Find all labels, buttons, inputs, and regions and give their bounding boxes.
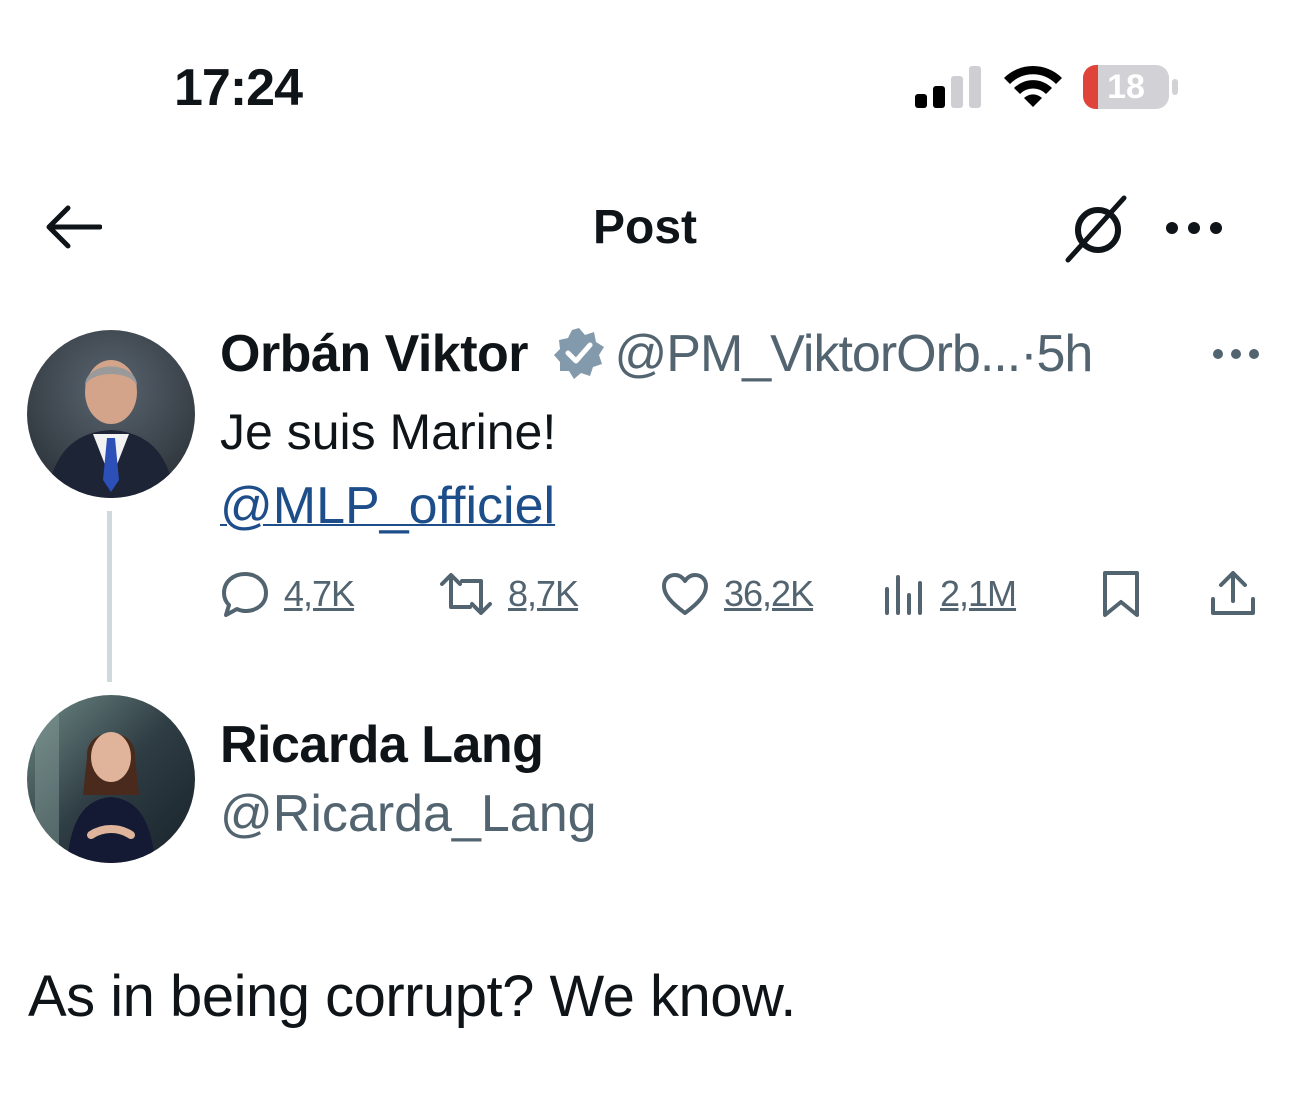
bookmark-button[interactable] xyxy=(1098,566,1144,622)
post-more-icon[interactable] xyxy=(1212,346,1260,362)
repost-count: 8,7K xyxy=(508,573,579,614)
repost-button[interactable]: 8,7K xyxy=(438,566,579,622)
reply-author-handle[interactable]: @Ricarda_Lang xyxy=(220,782,597,846)
avatar-ricarda-lang[interactable] xyxy=(27,695,195,863)
bookmark-icon xyxy=(1103,571,1139,617)
post-text: Je suis Marine! xyxy=(220,404,557,460)
thread-connector-line xyxy=(107,511,112,682)
reply-text: As in being corrupt? We know. xyxy=(28,964,796,1029)
profile-photo-icon xyxy=(27,330,195,498)
like-button[interactable]: 36,2K xyxy=(660,566,814,622)
views-icon xyxy=(885,575,922,615)
profile-photo-icon xyxy=(27,695,195,863)
post-time: 5h xyxy=(1036,325,1094,383)
status-time: 17:24 xyxy=(174,59,303,117)
avatar-orban-viktor[interactable] xyxy=(27,330,195,498)
wifi-icon xyxy=(1004,65,1062,107)
share-icon xyxy=(1211,571,1255,615)
verified-badge-icon xyxy=(554,328,605,379)
reply-button[interactable]: 4,7K xyxy=(220,566,355,622)
mention-link[interactable]: @MLP_officiel xyxy=(220,474,555,538)
reply-icon xyxy=(222,572,268,617)
grok-icon[interactable] xyxy=(1064,194,1136,264)
battery-level: 18 xyxy=(1107,67,1145,106)
more-options-icon[interactable] xyxy=(1164,218,1224,238)
views-button[interactable]: 2,1M xyxy=(882,566,1017,622)
reply-count: 4,7K xyxy=(284,573,355,614)
cellular-signal-icon xyxy=(915,66,981,108)
repost-icon xyxy=(440,573,492,615)
meta-separator: · xyxy=(1020,325,1037,383)
author-handle[interactable]: @PM_ViktorOrb... xyxy=(614,325,1021,383)
post-header: Orbán Viktor @PM_ViktorOrb...·5h xyxy=(220,322,1094,386)
author-name[interactable]: Orbán Viktor xyxy=(220,325,529,383)
share-button[interactable] xyxy=(1208,566,1258,622)
reply-author-name[interactable]: Ricarda Lang xyxy=(220,713,544,777)
views-count: 2,1M xyxy=(940,573,1017,614)
like-icon xyxy=(662,573,708,615)
like-count: 36,2K xyxy=(724,573,814,614)
